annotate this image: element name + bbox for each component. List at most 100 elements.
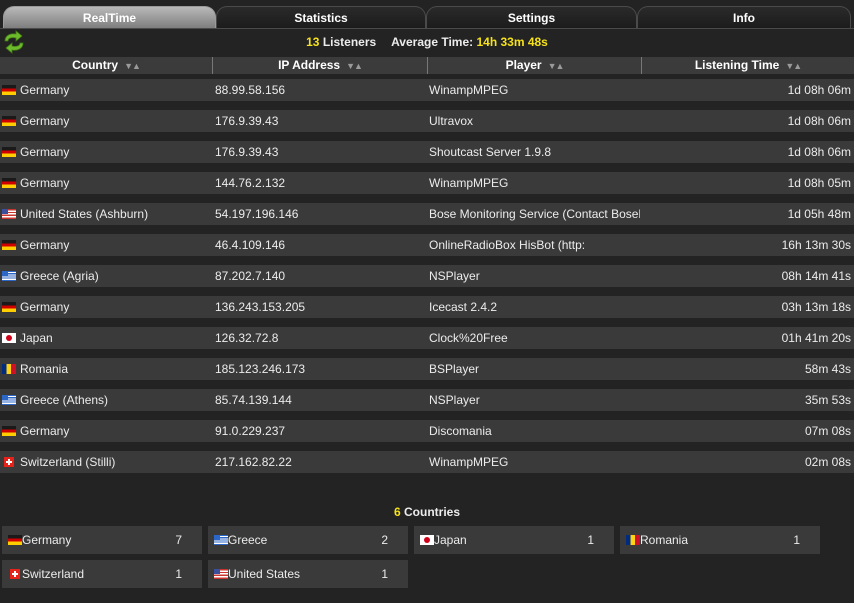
table-row[interactable]: Germany 88.99.58.156 WinampMPEG 1d 08h 06m — [0, 79, 854, 101]
header-listening-time[interactable]: Listening Time ▼▲ — [642, 57, 854, 74]
table-header: Country ▼▲ IP Address ▼▲ Player ▼▲ Listenin… — [0, 57, 854, 74]
cell-country: Germany — [20, 424, 70, 438]
tab-statistics[interactable]: Statistics — [216, 6, 426, 28]
country-item[interactable]: Japan 1 — [414, 526, 614, 554]
cell-listening-time: 1d 08h 05m — [787, 176, 851, 190]
cell-player: Bose Monitoring Service (Contact BoseM — [429, 207, 640, 221]
country-listener-count: 1 — [587, 533, 594, 547]
header-country[interactable]: Country ▼▲ — [0, 57, 213, 74]
cell-listening-time: 58m 43s — [804, 362, 851, 376]
tab-realtime[interactable]: RealTime — [3, 6, 216, 28]
country-listener-count: 2 — [381, 533, 388, 547]
country-name: United States — [228, 567, 301, 581]
table-row[interactable]: Germany 136.243.153.205 Icecast 2.4.2 03h 1… — [0, 296, 854, 318]
tab-info[interactable]: Info — [637, 6, 851, 28]
cell-listening-time: 1d 08h 06m — [787, 114, 851, 128]
cell-listening-time: 02m 08s — [804, 455, 851, 469]
cell-player: OnlineRadioBox HisBot (http: — [429, 238, 586, 252]
flag-de-icon — [2, 147, 16, 157]
sort-arrows-icon[interactable]: ▼▲ — [785, 61, 802, 71]
table-row[interactable]: Japan 126.32.72.8 Clock%20Free 01h 41m 20s — [0, 327, 854, 349]
cell-country: Romania — [20, 362, 69, 376]
cell-ip-address: 91.0.229.237 — [215, 424, 286, 438]
cell-ip-address: 54.197.196.146 — [215, 207, 299, 221]
countries-summary: 6 Countries — [0, 505, 854, 519]
table-row[interactable]: United States (Ashburn) 54.197.196.146 Bos… — [0, 203, 854, 225]
tab-divider — [0, 28, 854, 29]
flag-ch-icon — [4, 457, 14, 467]
country-item[interactable]: Switzerland 1 — [2, 560, 202, 588]
cell-ip-address: 126.32.72.8 — [215, 331, 279, 345]
table-row[interactable]: Germany 46.4.109.146 OnlineRadioBox HisBot… — [0, 234, 854, 256]
cell-player: Clock%20Free — [429, 331, 508, 345]
cell-player: NSPlayer — [429, 269, 480, 283]
flag-de-icon — [8, 535, 22, 545]
cell-player: Ultravox — [429, 114, 474, 128]
sort-arrows-icon[interactable]: ▼▲ — [124, 61, 141, 71]
flag-ro-icon — [626, 535, 640, 545]
cell-ip-address: 136.243.153.205 — [215, 300, 306, 314]
flag-de-icon — [2, 240, 16, 250]
header-ip[interactable]: IP Address ▼▲ — [213, 57, 428, 74]
cell-country: Germany — [20, 145, 70, 159]
cell-player: BSPlayer — [429, 362, 480, 376]
listener-summary: 13 Listeners Average Time: 14h 33m 48s — [0, 35, 854, 49]
flag-de-icon — [2, 302, 16, 312]
cell-player: Discomania — [429, 424, 492, 438]
table-row[interactable]: Romania 185.123.246.173 BSPlayer 58m 43s — [0, 358, 854, 380]
country-name: Greece — [228, 533, 268, 547]
sort-arrows-icon[interactable]: ▼▲ — [548, 61, 565, 71]
country-name: Japan — [434, 533, 467, 547]
cell-country: Japan — [20, 331, 53, 345]
cell-country: Greece (Agria) — [20, 269, 99, 283]
cell-listening-time: 03h 13m 18s — [781, 300, 851, 314]
cell-listening-time: 08h 14m 41s — [781, 269, 851, 283]
header-player-label: Player — [505, 58, 542, 72]
listeners-label: Listeners — [322, 35, 377, 49]
cell-player: Shoutcast Server 1.9.8 — [429, 145, 552, 159]
table-row[interactable]: Germany 91.0.229.237 Discomania 07m 08s — [0, 420, 854, 442]
sort-arrows-icon[interactable]: ▼▲ — [346, 61, 363, 71]
cell-listening-time: 01h 41m 20s — [781, 331, 851, 345]
table-row[interactable]: Greece (Agria) 87.202.7.140 NSPlayer 08h 14… — [0, 265, 854, 287]
table-row[interactable]: Germany 144.76.2.132 WinampMPEG 1d 08h 05m — [0, 172, 854, 194]
cell-country: Germany — [20, 300, 70, 314]
cell-country: Germany — [20, 83, 70, 97]
average-time-value: 14h 33m 48s — [476, 35, 548, 49]
cell-player: WinampMPEG — [429, 455, 509, 469]
cell-player: NSPlayer — [429, 393, 480, 407]
cell-country: United States (Ashburn) — [20, 207, 149, 221]
header-time-label: Listening Time — [694, 58, 780, 72]
country-item[interactable]: Greece 2 — [208, 526, 408, 554]
flag-ro-icon — [2, 364, 16, 374]
country-item[interactable]: Romania 1 — [620, 526, 820, 554]
cell-ip-address: 217.162.82.22 — [215, 455, 292, 469]
table-row[interactable]: Germany 176.9.39.43 Shoutcast Server 1.9.8… — [0, 141, 854, 163]
cell-listening-time: 35m 53s — [804, 393, 851, 407]
tab-bar: RealTime Statistics Settings Info — [0, 0, 854, 29]
cell-listening-time: 1d 08h 06m — [787, 83, 851, 97]
table-row[interactable]: Germany 176.9.39.43 Ultravox 1d 08h 06m — [0, 110, 854, 132]
cell-player: Icecast 2.4.2 — [429, 300, 498, 314]
country-listener-count: 1 — [793, 533, 800, 547]
cell-listening-time: 07m 08s — [804, 424, 851, 438]
countries-label: Countries — [404, 505, 461, 519]
table-row[interactable]: Greece (Athens) 85.74.139.144 NSPlayer 35m … — [0, 389, 854, 411]
flag-gr-icon — [214, 535, 228, 545]
header-player[interactable]: Player ▼▲ — [428, 57, 642, 74]
cell-ip-address: 176.9.39.43 — [215, 145, 279, 159]
cell-ip-address: 176.9.39.43 — [215, 114, 279, 128]
flag-us-icon — [2, 209, 16, 219]
country-name: Romania — [640, 533, 689, 547]
country-item[interactable]: United States 1 — [208, 560, 408, 588]
country-item[interactable]: Germany 7 — [2, 526, 202, 554]
cell-ip-address: 144.76.2.132 — [215, 176, 286, 190]
header-ip-label: IP Address — [278, 58, 341, 72]
flag-us-icon — [214, 569, 228, 579]
flag-gr-icon — [2, 271, 16, 281]
cell-player: WinampMPEG — [429, 176, 509, 190]
table-row[interactable]: Switzerland (Stilli) 217.162.82.22 WinampM… — [0, 451, 854, 473]
country-listener-count: 1 — [175, 567, 182, 581]
tab-settings[interactable]: Settings — [426, 6, 637, 28]
cell-country: Germany — [20, 176, 70, 190]
